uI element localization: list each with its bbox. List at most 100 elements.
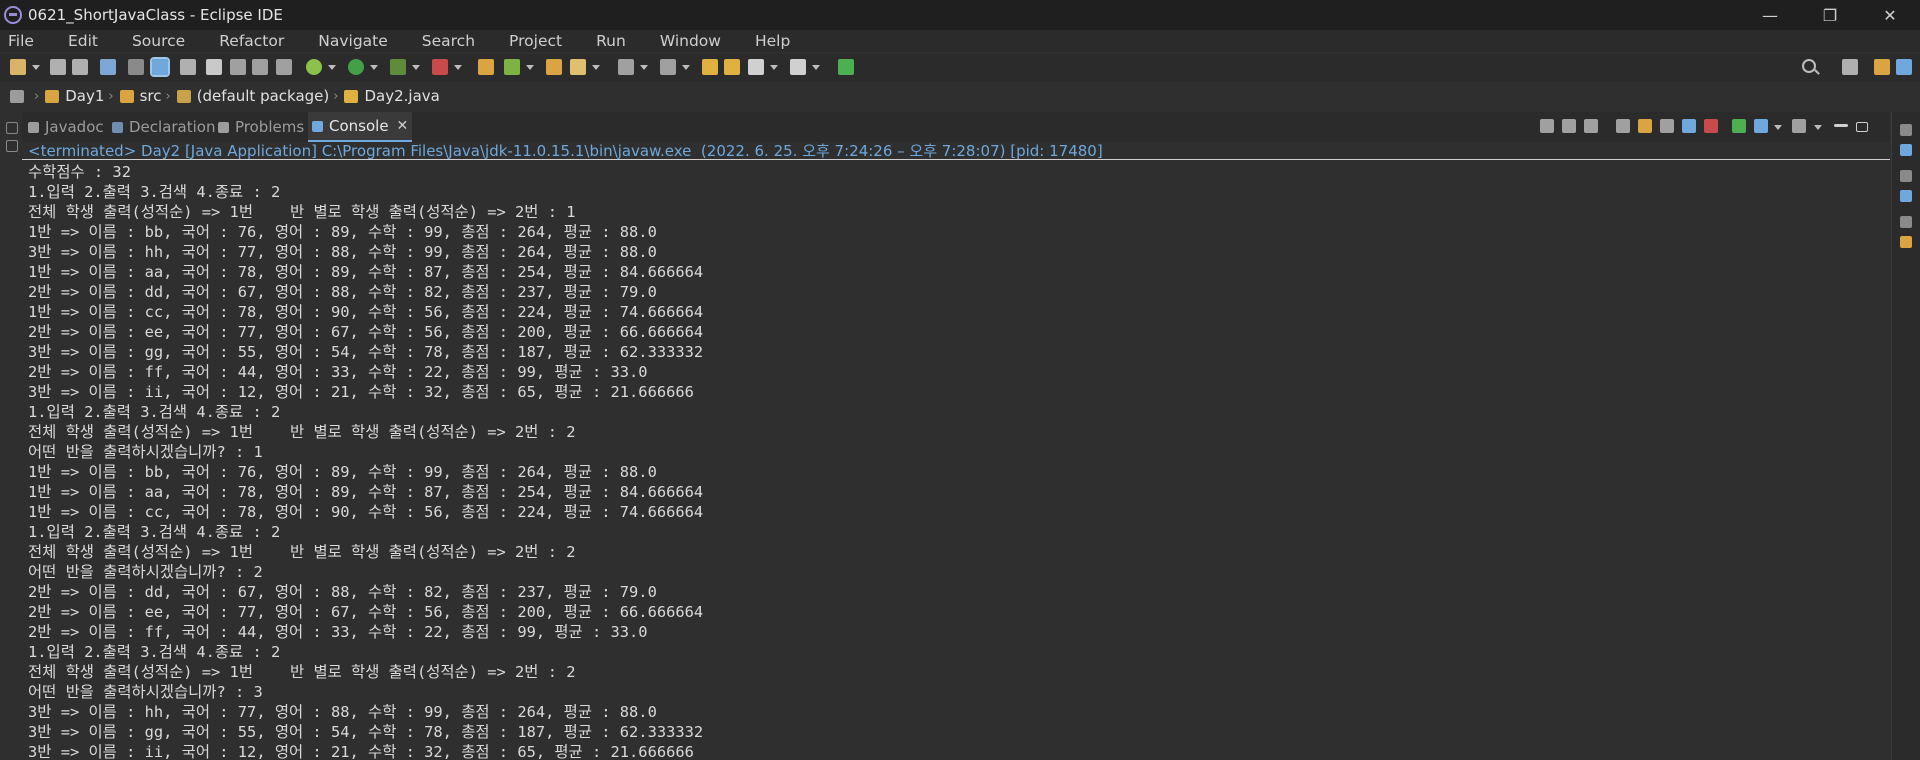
remove-launch-icon[interactable] <box>1562 119 1576 133</box>
external-tools-icon[interactable] <box>432 59 448 75</box>
restore-icon[interactable] <box>1900 124 1912 136</box>
scroll-lock-icon[interactable] <box>1638 119 1652 133</box>
toggle-breakpoint-icon[interactable] <box>128 59 144 75</box>
menu-navigate[interactable]: Navigate <box>318 32 388 50</box>
console-output[interactable]: 수학점수 : 32 1.입력 2.출력 3.검색 4.종료 : 2 전체 학생 … <box>22 162 1890 760</box>
pin-console-icon[interactable] <box>1732 119 1746 133</box>
console-line: 2반 => 이름 : ff, 국어 : 44, 영어 : 33, 수학 : 22… <box>28 623 648 641</box>
comment-icon[interactable] <box>180 59 196 75</box>
save-all-icon[interactable] <box>72 59 88 75</box>
open-console-dropdown-icon[interactable] <box>1814 125 1822 130</box>
tab-javadoc[interactable]: Javadoc <box>28 112 106 142</box>
run-icon[interactable] <box>348 59 364 75</box>
last-edit-icon[interactable] <box>660 59 676 75</box>
maximize-button[interactable]: ❐ <box>1800 0 1860 30</box>
open-type-icon[interactable] <box>546 59 562 75</box>
new-dropdown-icon[interactable] <box>32 65 40 70</box>
menu-refactor[interactable]: Refactor <box>219 32 284 50</box>
console-scrollbar[interactable] <box>1884 162 1890 760</box>
close-icon[interactable]: ✕ <box>397 118 409 134</box>
package-explorer-icon[interactable] <box>1900 144 1912 156</box>
console-line: 3반 => 이름 : hh, 국어 : 77, 영어 : 88, 수학 : 99… <box>28 243 657 261</box>
forward-icon[interactable] <box>790 59 806 75</box>
search-tool-icon[interactable] <box>570 59 586 75</box>
display-console-dropdown-icon[interactable] <box>1774 125 1782 130</box>
back-dropdown-icon[interactable] <box>770 65 778 70</box>
coverage-icon[interactable] <box>390 59 406 75</box>
save-icon[interactable] <box>50 59 66 75</box>
breadcrumb-menu-icon[interactable] <box>10 89 24 103</box>
back-icon[interactable] <box>748 59 764 75</box>
breadcrumb-separator: › <box>333 88 339 104</box>
run-dropdown-icon[interactable] <box>370 65 378 70</box>
tab-javadoc-label: Javadoc <box>45 118 104 136</box>
new-class-icon[interactable] <box>504 59 520 75</box>
minimize-button[interactable]: — <box>1740 0 1800 30</box>
block-selection-icon[interactable] <box>230 59 246 75</box>
console-line: 전체 학생 출력(성적순) => 1번 반 별로 학생 출력(성적순) => 2… <box>28 543 576 561</box>
breadcrumb-src[interactable]: src <box>140 87 162 105</box>
external-tools-dropdown-icon[interactable] <box>454 65 462 70</box>
menu-source[interactable]: Source <box>132 32 185 50</box>
pin-editor-icon[interactable] <box>838 59 854 75</box>
menu-file[interactable]: File <box>8 32 34 50</box>
close-window-button[interactable]: ✕ <box>1860 0 1920 30</box>
restore-icon[interactable] <box>1900 170 1912 182</box>
display-selected-console-icon[interactable] <box>1754 119 1768 133</box>
terminate-icon[interactable] <box>1540 119 1554 133</box>
remove-all-terminated-icon[interactable] <box>1584 119 1598 133</box>
java-perspective-icon[interactable] <box>1896 59 1912 75</box>
console-line: 어떤 반을 출력하시겠습니까? : 1 <box>28 443 263 461</box>
menu-help[interactable]: Help <box>755 32 790 50</box>
menu-run[interactable]: Run <box>596 32 626 50</box>
search-icon[interactable] <box>1802 59 1816 73</box>
word-wrap-icon[interactable] <box>1660 119 1674 133</box>
debug-dropdown-icon[interactable] <box>328 65 336 70</box>
task-list-icon[interactable] <box>1900 236 1912 248</box>
console-line: 전체 학생 출력(성적순) => 1번 반 별로 학생 출력(성적순) => 2… <box>28 423 576 441</box>
next-annotation-icon[interactable] <box>724 59 740 75</box>
restore-icon[interactable] <box>1900 216 1912 228</box>
word-wrap-icon[interactable] <box>252 59 268 75</box>
restore-icon[interactable] <box>6 122 18 134</box>
breadcrumb-day1[interactable]: Day1 <box>65 87 104 105</box>
menu-edit[interactable]: Edit <box>68 32 98 50</box>
new-class-dropdown-icon[interactable] <box>526 65 534 70</box>
toggle-mark-occurrences-icon[interactable] <box>150 57 170 77</box>
console-line: 2반 => 이름 : dd, 국어 : 67, 영어 : 88, 수학 : 82… <box>28 583 657 601</box>
tab-problems[interactable]: Problems <box>218 112 310 142</box>
search-tool-dropdown-icon[interactable] <box>592 65 600 70</box>
terminal-icon[interactable] <box>100 59 116 75</box>
minimize-view-icon[interactable] <box>1834 124 1848 127</box>
open-perspective-icon[interactable] <box>1842 59 1858 75</box>
forward-dropdown-icon[interactable] <box>812 65 820 70</box>
outline-icon[interactable] <box>1900 190 1912 202</box>
breadcrumb-default-package[interactable]: (default package) <box>197 87 330 105</box>
annotation-icon[interactable] <box>618 59 634 75</box>
breadcrumb-day2-java[interactable]: Day2.java <box>364 87 439 105</box>
menu-search[interactable]: Search <box>422 32 475 50</box>
console-line: 1반 => 이름 : bb, 국어 : 76, 영어 : 89, 수학 : 99… <box>28 223 657 241</box>
open-console-icon[interactable] <box>1792 119 1806 133</box>
show-console-error-icon[interactable] <box>1704 119 1718 133</box>
maximize-view-icon[interactable] <box>1856 122 1868 132</box>
new-icon[interactable] <box>10 59 26 75</box>
show-console-output-icon[interactable] <box>1682 119 1696 133</box>
tab-declaration[interactable]: Declaration <box>112 112 232 142</box>
show-whitespace-icon[interactable] <box>276 59 292 75</box>
tab-console[interactable]: Console ✕ <box>308 112 412 142</box>
new-java-project-icon[interactable] <box>478 59 494 75</box>
clear-console-icon[interactable] <box>1616 119 1630 133</box>
menu-window[interactable]: Window <box>660 32 721 50</box>
menu-project[interactable]: Project <box>509 32 562 50</box>
last-edit-dropdown-icon[interactable] <box>682 65 690 70</box>
console-line: 1반 => 이름 : aa, 국어 : 78, 영어 : 89, 수학 : 87… <box>28 483 704 501</box>
debug-icon[interactable] <box>306 59 322 75</box>
pen-icon[interactable] <box>206 59 222 75</box>
java-ee-perspective-icon[interactable] <box>1874 59 1890 75</box>
restore-icon[interactable] <box>6 140 18 152</box>
coverage-dropdown-icon[interactable] <box>412 65 420 70</box>
prev-annotation-icon[interactable] <box>702 59 718 75</box>
annotation-dropdown-icon[interactable] <box>640 65 648 70</box>
main-toolbar <box>0 54 1920 82</box>
